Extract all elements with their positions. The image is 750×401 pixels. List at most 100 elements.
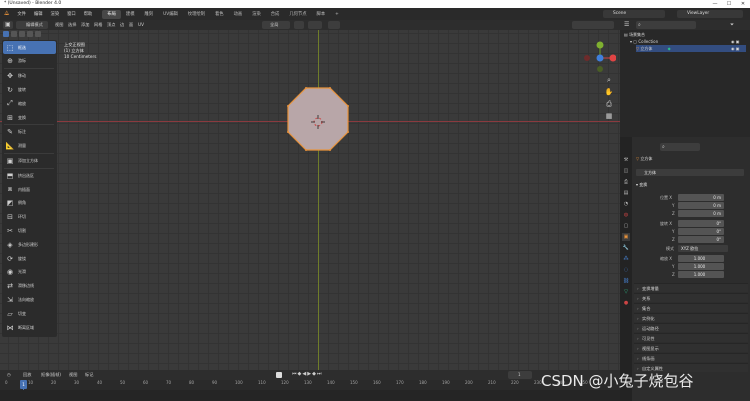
tool-cursor[interactable]: ⊕ 游标	[3, 55, 56, 68]
shading-buttons[interactable]	[572, 21, 614, 29]
select-invert-icon[interactable]	[27, 31, 33, 37]
menu-playback[interactable]: 回放	[20, 371, 34, 379]
tab-scripting[interactable]: 脚本	[312, 10, 331, 19]
outliner-scene-collection[interactable]: ▤ 场景集合	[624, 31, 645, 38]
select-subtract-icon[interactable]	[19, 31, 25, 37]
navigation-gizmo-icon[interactable]	[584, 40, 616, 72]
tool-shrink-fatten[interactable]: ⇲ 法向缩放	[3, 293, 56, 306]
3d-viewport[interactable]	[0, 30, 620, 370]
menu-help[interactable]: 帮助	[80, 11, 97, 17]
play-reverse-icon[interactable]: ◀	[302, 371, 306, 379]
play-icon[interactable]: ▶	[307, 371, 311, 379]
transform-orientation-selector[interactable]: 全局	[262, 21, 290, 29]
editor-type-button[interactable]: ▣	[3, 21, 13, 29]
tool-tab-icon[interactable]: ⚒	[622, 156, 630, 164]
rotation-mode-selector[interactable]: XYZ 欧拉	[678, 245, 728, 252]
snap-button[interactable]	[308, 21, 322, 29]
filter-icon[interactable]: ⏷	[730, 21, 746, 29]
tool-knife[interactable]: ✂ 切割	[3, 224, 56, 237]
tool-smooth[interactable]: ◉ 光滑	[3, 266, 56, 279]
mode-selector[interactable]: 编辑模式	[16, 21, 48, 29]
menu-keying[interactable]: 抠像(插帧)	[38, 371, 64, 379]
particles-tab-icon[interactable]: ⁂	[622, 255, 630, 263]
properties-section[interactable]: 线条画	[634, 353, 748, 363]
tab-animation[interactable]: 动画	[229, 10, 248, 19]
outliner-collection[interactable]: ▾ ▢ Collection	[630, 38, 658, 45]
grid-view-icon[interactable]: ▦	[604, 111, 614, 121]
object-tab-icon[interactable]: ▣	[622, 233, 630, 241]
jump-start-icon[interactable]: ⏮	[292, 371, 297, 379]
jump-end-icon[interactable]: ⏭	[317, 371, 322, 379]
proportional-edit-button[interactable]	[328, 21, 340, 29]
vp-menu-uv[interactable]: UV	[135, 21, 147, 29]
view-layer-tab-icon[interactable]: ▤	[622, 189, 630, 197]
constraints-tab-icon[interactable]: ⛓	[622, 277, 630, 285]
rotation-y-field[interactable]: 0°	[678, 228, 724, 235]
select-intersect-icon[interactable]	[35, 31, 41, 37]
tool-rotate[interactable]: ↻ 旋转	[3, 83, 56, 96]
menu-view[interactable]: 视图	[66, 371, 80, 379]
close-button[interactable]: ✕	[736, 0, 750, 8]
scene-tab-icon[interactable]: ◔	[622, 200, 630, 208]
menu-file[interactable]: 文件	[13, 11, 30, 17]
next-key-icon[interactable]: ◆	[312, 371, 316, 379]
modifier-tab-icon[interactable]: 🔧	[622, 244, 630, 252]
pivot-button[interactable]	[294, 21, 304, 29]
outliner-object[interactable]: ▽ 立方体 ◆	[636, 45, 746, 52]
tool-inset[interactable]: ⧈ 内插面	[3, 183, 56, 196]
properties-section[interactable]: 变换增量	[634, 283, 748, 293]
location-z-field[interactable]: 0 m	[678, 210, 724, 217]
tab-layout[interactable]: 布局	[102, 9, 121, 19]
world-tab-icon[interactable]: ◍	[622, 211, 630, 219]
material-tab-icon[interactable]: ●	[622, 299, 630, 307]
tool-loop-cut[interactable]: ⊟ 环切	[3, 211, 56, 224]
tool-select-box[interactable]: ⬚ 框选	[3, 41, 56, 54]
properties-section[interactable]: 可见性	[634, 333, 748, 343]
tool-extrude[interactable]: ⬒ 挤出选区	[3, 169, 56, 182]
rotation-x-field[interactable]: 0°	[678, 220, 724, 227]
properties-section[interactable]: 集合	[634, 303, 748, 313]
tool-poly-build[interactable]: ◈ 多边形建形	[3, 238, 56, 251]
tool-shear[interactable]: ▱ 切变	[3, 307, 56, 320]
tab-geometry-nodes[interactable]: 几何节点	[284, 10, 311, 19]
tab-shading[interactable]: 着色	[210, 10, 229, 19]
visibility-eye-icon[interactable]: ◉ ▣	[731, 45, 740, 52]
tab-sculpting[interactable]: 雕刻	[140, 10, 159, 19]
select-new-icon[interactable]	[3, 31, 9, 37]
tool-spin[interactable]: ⟳ 旋绕	[3, 252, 56, 265]
properties-section[interactable]: 关系	[634, 293, 748, 303]
tool-measure[interactable]: 📐 测量	[3, 140, 56, 153]
object-name-field[interactable]: 立方体	[636, 169, 744, 176]
zoom-icon[interactable]: ⌕	[604, 75, 614, 85]
timeline-scroll[interactable]	[0, 390, 620, 401]
scale-z-field[interactable]: 1.000	[678, 271, 724, 278]
maximize-button[interactable]: ☐	[722, 0, 736, 8]
tab-texture-paint[interactable]: 纹理绘制	[183, 10, 210, 19]
tool-move[interactable]: ✥ 移动	[3, 70, 56, 83]
outliner-editor-icon[interactable]: ☰	[624, 21, 632, 29]
tab-compositing[interactable]: 合成	[266, 10, 285, 19]
scene-selector[interactable]: Scene	[603, 10, 665, 18]
outliner-search-input[interactable]: ⌕	[636, 21, 696, 29]
visibility-eye-icon[interactable]: ◉ ▣	[731, 38, 740, 45]
blender-logo-icon[interactable]: ⟁	[0, 10, 13, 18]
camera-icon[interactable]: ⎙	[604, 99, 614, 109]
tool-edge-slide[interactable]: ⇄ 滑移边线	[3, 280, 56, 293]
data-tab-icon[interactable]: ▽	[622, 288, 630, 296]
tool-annotate[interactable]: ✎ 标注	[3, 126, 56, 139]
tab-modeling[interactable]: 建模	[121, 10, 140, 19]
tab-rendering[interactable]: 渲染	[247, 10, 266, 19]
minimize-button[interactable]: —	[708, 0, 722, 8]
rotation-z-field[interactable]: 0°	[678, 236, 724, 243]
section-transform[interactable]: ▾ 变换	[636, 182, 647, 188]
add-workspace-button[interactable]: +	[330, 10, 344, 19]
menu-render[interactable]: 渲染	[47, 11, 64, 17]
location-x-field[interactable]: 0 m	[678, 194, 724, 201]
scale-x-field[interactable]: 1.000	[678, 255, 724, 262]
scale-y-field[interactable]: 1.000	[678, 263, 724, 270]
physics-tab-icon[interactable]: ◌	[622, 266, 630, 274]
collection-tab-icon[interactable]: ▢	[622, 222, 630, 230]
menu-window[interactable]: 窗口	[63, 11, 80, 17]
properties-search-input[interactable]: ⌕	[660, 143, 700, 151]
output-tab-icon[interactable]: ⎙	[622, 178, 630, 186]
